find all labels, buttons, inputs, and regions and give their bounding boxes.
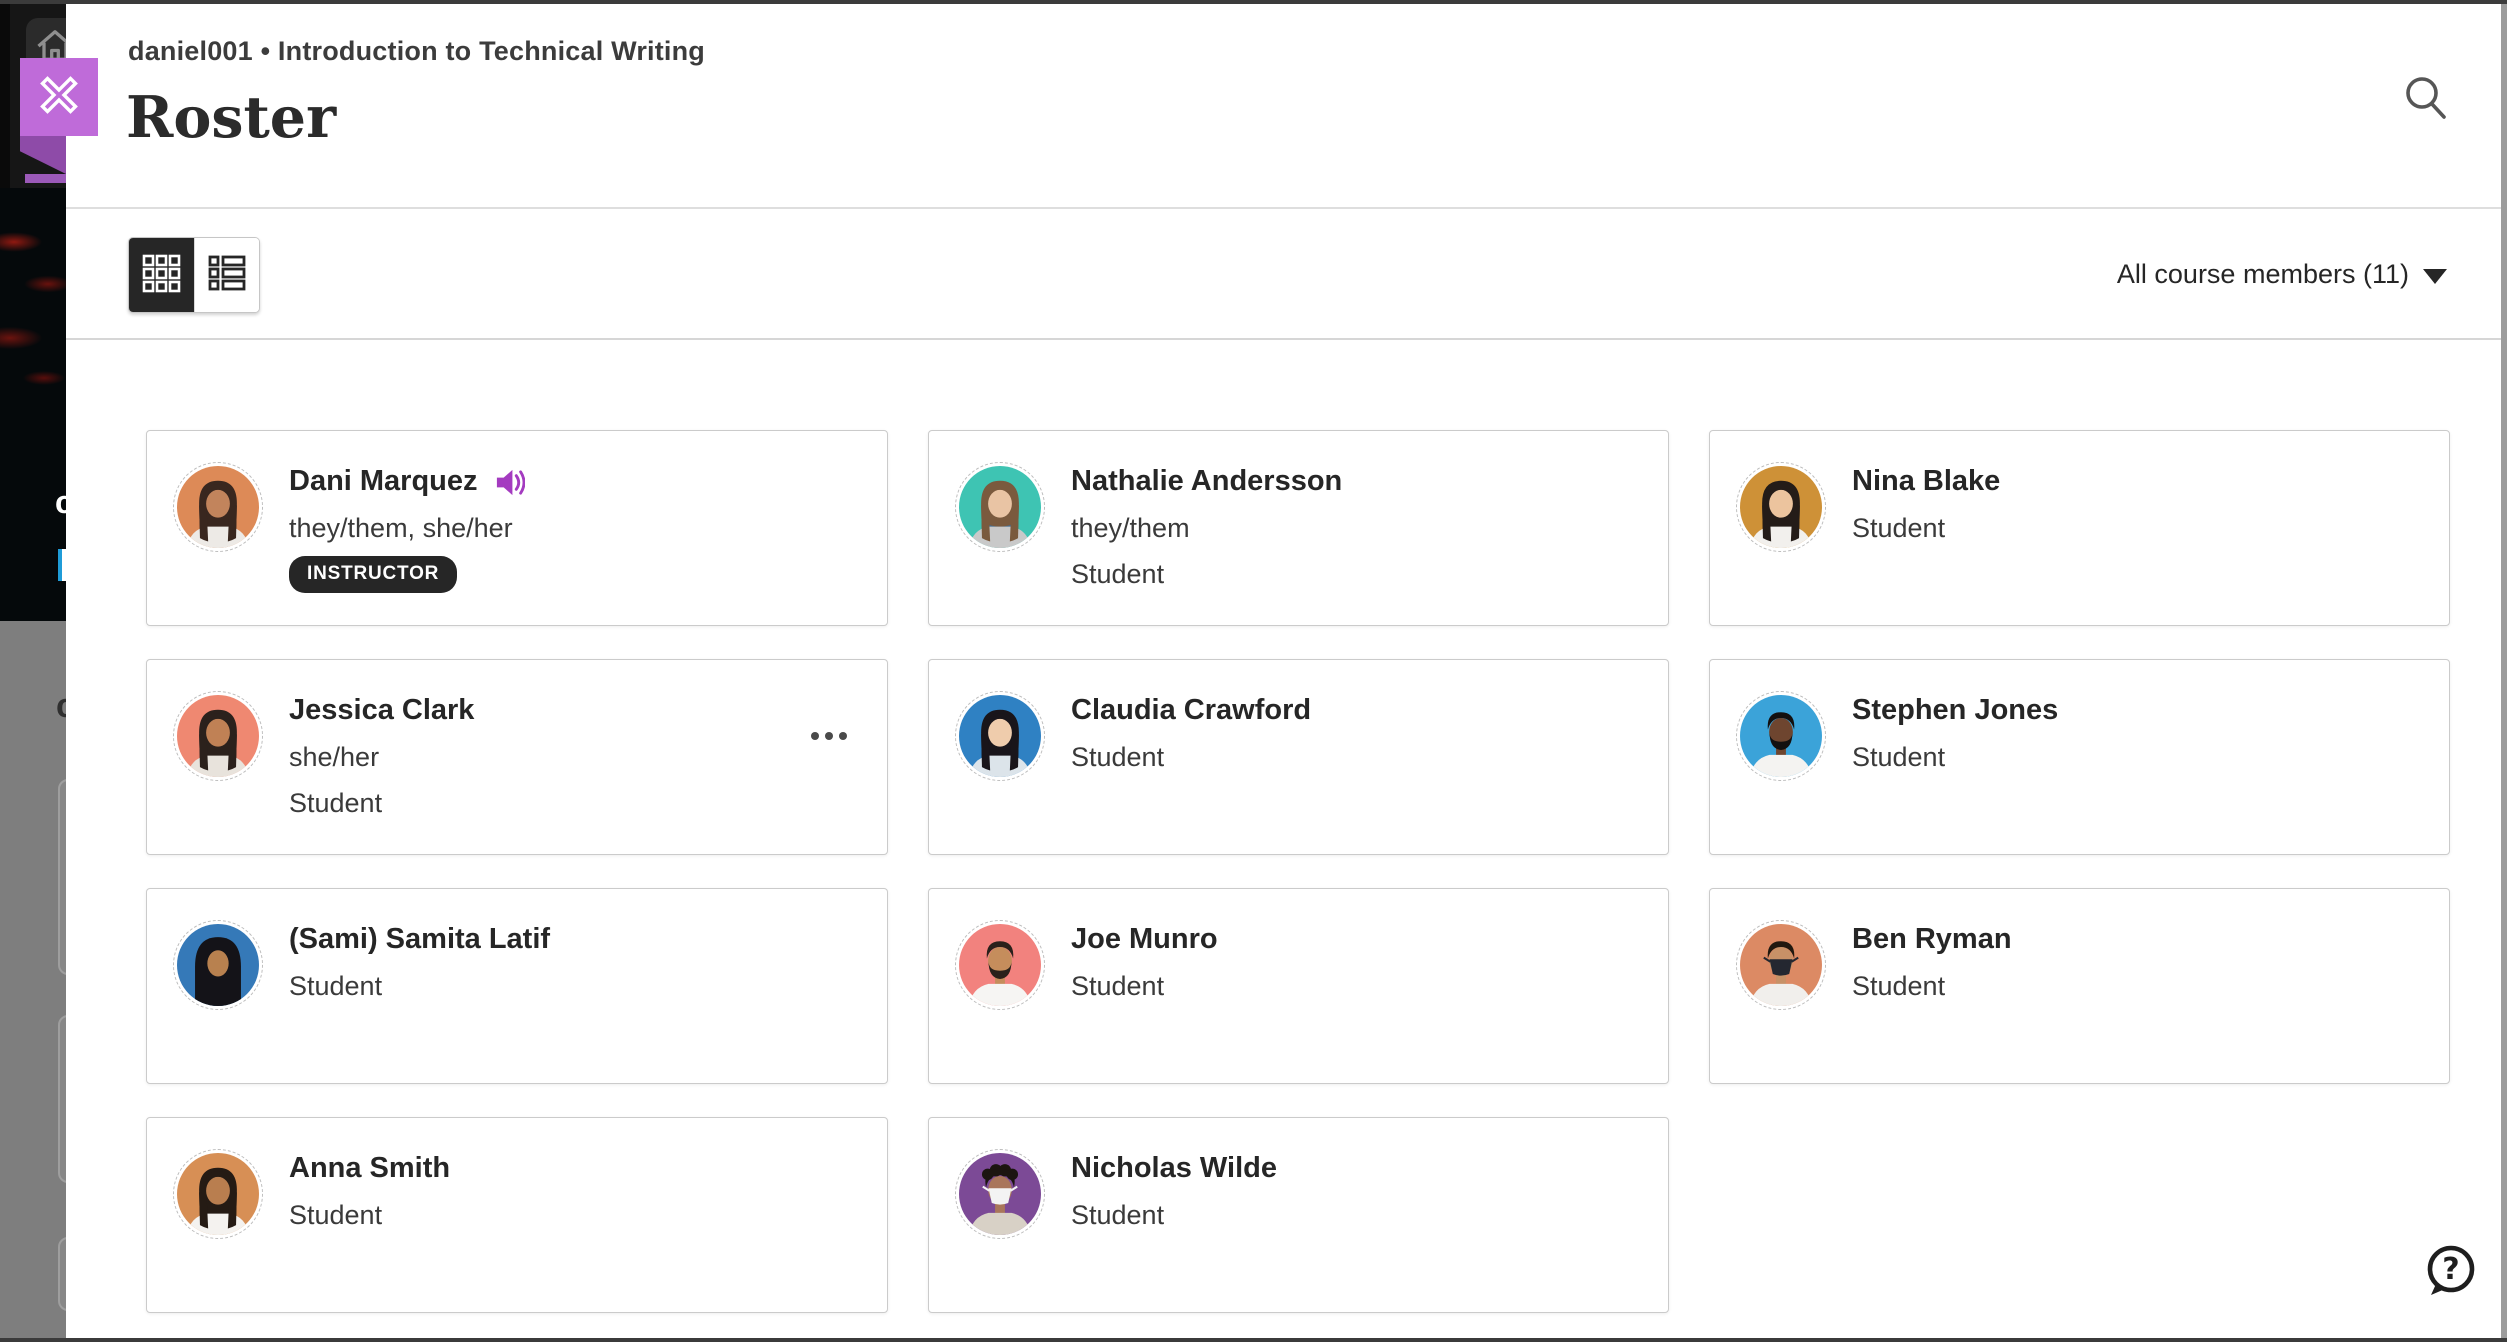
overflow-menu-button[interactable] (805, 726, 853, 746)
list-view-button[interactable] (194, 238, 260, 312)
member-name: Anna Smith (289, 1152, 450, 1185)
member-pronouns: they/them, she/her (289, 512, 525, 544)
overlay-text-fragment: c (56, 687, 66, 726)
roster-toolbar: All course members (11) (66, 209, 2501, 340)
audio-pronunciation-icon[interactable] (494, 467, 525, 498)
page-title: Roster (126, 84, 336, 151)
member-card[interactable]: Anna Smith Student (146, 1117, 888, 1313)
member-card[interactable]: Stephen Jones Student (1709, 659, 2450, 855)
member-info: Claudia Crawford Student (1071, 693, 1311, 773)
member-card[interactable]: Dani Marquez they/them, she/her INSTRUCT… (146, 430, 888, 626)
window-bottom-edge (0, 1338, 2507, 1342)
member-role: Student (1071, 558, 1342, 590)
member-role: Student (1852, 741, 2058, 773)
grid-view-button[interactable] (129, 238, 194, 312)
panel-header: daniel001 • Introduction to Technical Wr… (66, 4, 2501, 209)
member-role: Student (1852, 970, 2012, 1002)
help-icon: ? (2422, 1242, 2480, 1303)
members-filter-dropdown[interactable]: All course members (11) (2117, 209, 2447, 340)
member-name: Nathalie Andersson (1071, 465, 1342, 498)
member-name: (Sami) Samita Latif (289, 923, 550, 956)
member-card[interactable]: Nathalie Andersson they/them Student (928, 430, 1669, 626)
window-top-edge (0, 0, 2507, 4)
window-right-edge (2501, 0, 2507, 1342)
member-info: Stephen Jones Student (1852, 693, 2058, 773)
member-name: Claudia Crawford (1071, 694, 1311, 727)
close-panel-button[interactable] (20, 58, 98, 136)
search-button[interactable] (2397, 70, 2457, 130)
avatar (955, 691, 1045, 781)
avatar (955, 920, 1045, 1010)
chevron-down-icon (2423, 269, 2447, 284)
member-name: Joe Munro (1071, 923, 1218, 956)
member-info: (Sami) Samita Latif Student (289, 922, 550, 1002)
dimmed-page-fragment: c (0, 621, 66, 1338)
app-window: c c daniel001 • Introduction to Technica… (0, 0, 2507, 1342)
avatar (173, 462, 263, 552)
banner-text-fragment: c (55, 484, 66, 521)
avatar (173, 1149, 263, 1239)
member-info: Dani Marquez they/them, she/her INSTRUCT… (289, 464, 525, 593)
member-role: Student (1071, 970, 1218, 1002)
breadcrumb: daniel001 • Introduction to Technical Wr… (128, 36, 705, 67)
member-role: Student (1071, 741, 1311, 773)
accent-bar-fragment (25, 174, 66, 183)
banner-blue-fragment (58, 549, 66, 581)
roster-panel: daniel001 • Introduction to Technical Wr… (66, 4, 2501, 1338)
member-name: Jessica Clark (289, 694, 474, 727)
member-pronouns: she/her (289, 741, 474, 773)
avatar (955, 1149, 1045, 1239)
member-role: Student (289, 1199, 450, 1231)
search-icon (2399, 71, 2455, 130)
member-card[interactable]: Ben Ryman Student (1709, 888, 2450, 1084)
member-info: Ben Ryman Student (1852, 922, 2012, 1002)
member-role: Student (1852, 512, 2000, 544)
avatar (173, 920, 263, 1010)
background-card-fragment (58, 1015, 66, 1183)
member-info: Nicholas Wilde Student (1071, 1151, 1277, 1231)
roster-content: Dani Marquez they/them, she/her INSTRUCT… (66, 340, 2501, 1313)
member-name: Dani Marquez (289, 465, 478, 498)
member-name: Nina Blake (1852, 465, 2000, 498)
course-banner-fragment: c (0, 188, 66, 621)
member-info: Anna Smith Student (289, 1151, 450, 1231)
instructor-badge: INSTRUCTOR (289, 556, 457, 593)
member-card[interactable]: Joe Munro Student (928, 888, 1669, 1084)
background-card-fragment (58, 1237, 66, 1311)
background-card-fragment (58, 779, 66, 975)
member-grid: Dani Marquez they/them, she/her INSTRUCT… (146, 430, 2501, 1313)
member-card[interactable]: Nicholas Wilde Student (928, 1117, 1669, 1313)
avatar (1736, 462, 1826, 552)
member-card[interactable]: (Sami) Samita Latif Student (146, 888, 888, 1084)
help-button[interactable]: ? (2421, 1242, 2481, 1302)
member-info: Jessica Clark she/her Student (289, 693, 474, 819)
member-card[interactable]: Jessica Clark she/her Student (146, 659, 888, 855)
member-role: Student (1071, 1199, 1277, 1231)
filter-label: All course members (11) (2117, 259, 2409, 290)
member-name: Ben Ryman (1852, 923, 2012, 956)
svg-text:?: ? (2442, 1252, 2459, 1287)
member-info: Nathalie Andersson they/them Student (1071, 464, 1342, 590)
avatar (1736, 920, 1826, 1010)
member-card[interactable]: Nina Blake Student (1709, 430, 2450, 626)
member-role: Student (289, 970, 550, 1002)
close-icon (36, 72, 82, 123)
list-view-icon (206, 252, 248, 299)
member-role: Student (289, 787, 474, 819)
grid-view-icon (140, 252, 182, 299)
member-name: Nicholas Wilde (1071, 1152, 1277, 1185)
member-info: Joe Munro Student (1071, 922, 1218, 1002)
avatar (955, 462, 1045, 552)
avatar (173, 691, 263, 781)
member-card[interactable]: Claudia Crawford Student (928, 659, 1669, 855)
background-page-strip: c c (0, 4, 66, 1338)
view-toggle (128, 237, 260, 313)
member-info: Nina Blake Student (1852, 464, 2000, 544)
member-pronouns: they/them (1071, 512, 1342, 544)
member-name: Stephen Jones (1852, 694, 2058, 727)
avatar (1736, 691, 1826, 781)
